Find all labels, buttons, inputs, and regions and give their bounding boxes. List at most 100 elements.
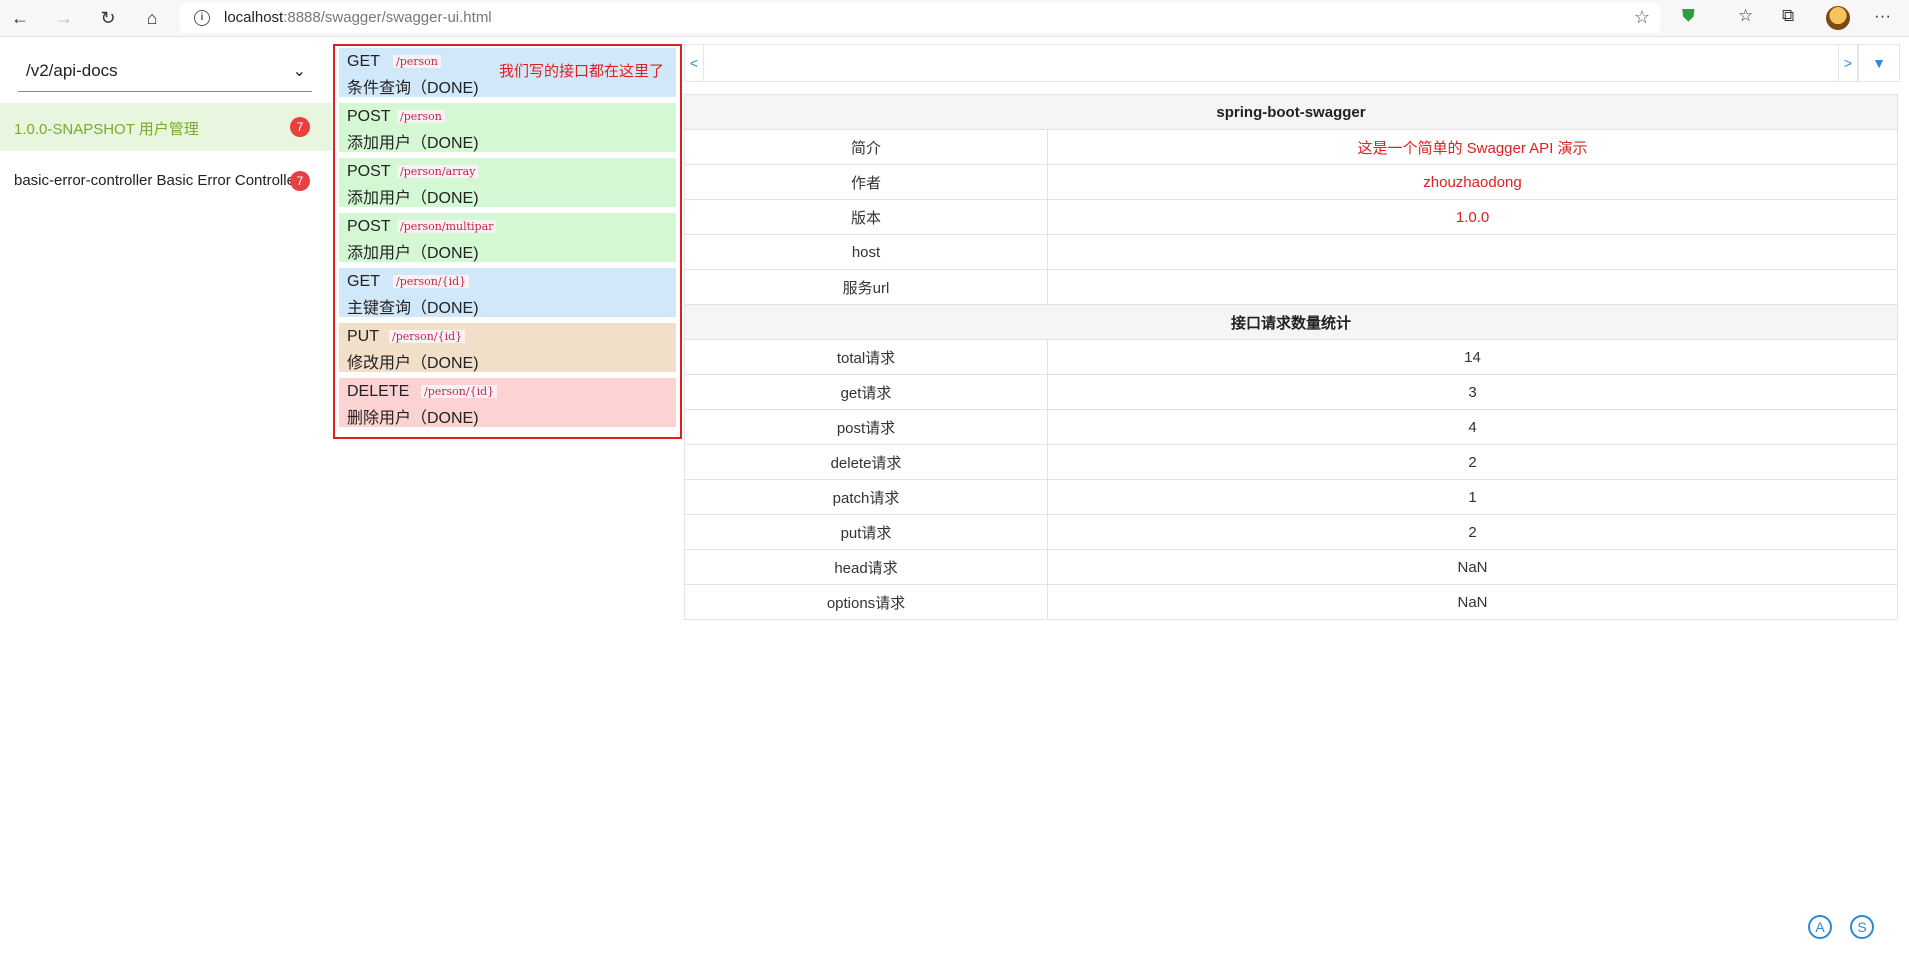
- endpoint-summary: 修改用户（DONE): [347, 355, 479, 372]
- table-value-cell: 3: [1047, 374, 1898, 410]
- table-row: 版本 1.0.0: [684, 199, 1898, 235]
- table-row: host: [684, 234, 1898, 270]
- sidebar-group-label: 1.0.0-SNAPSHOT 用户管理: [14, 121, 199, 138]
- endpoint-summary: 添加用户（DONE): [347, 135, 479, 152]
- tab-scroll-left-button[interactable]: <: [684, 44, 704, 82]
- table-key-cell: 服务url: [684, 269, 1048, 305]
- endpoint-summary: 删除用户（DONE): [347, 410, 479, 427]
- table-value-cell: 2: [1047, 514, 1898, 550]
- table-row: 简介 这是一个简单的 Swagger API 演示: [684, 129, 1898, 165]
- endpoint-method: POST: [347, 108, 391, 125]
- browser-toolbar: ← → ↻ ⌂ i localhost:8888/swagger/swagger…: [0, 0, 1909, 37]
- avatar[interactable]: [1826, 6, 1850, 30]
- table-key-cell: put请求: [684, 514, 1048, 550]
- annotation-note: 我们写的接口都在这里了: [499, 63, 665, 80]
- info-title: spring-boot-swagger: [684, 94, 1898, 130]
- table-row: put请求 2: [684, 514, 1898, 550]
- endpoint-path: /person/{id}: [421, 385, 498, 398]
- forward-arrow-icon[interactable]: →: [50, 4, 78, 32]
- table-value-cell: 4: [1047, 409, 1898, 445]
- chevron-down-icon: ⌄: [292, 63, 306, 80]
- table-row: 服务url: [684, 269, 1898, 305]
- favorites-icon[interactable]: ☆: [1738, 6, 1753, 26]
- table-key-cell: post请求: [684, 409, 1048, 445]
- endpoint-method: DELETE: [347, 383, 410, 400]
- collections-icon[interactable]: ⧉: [1782, 6, 1794, 26]
- table-row: delete请求 2: [684, 444, 1898, 480]
- url-text[interactable]: localhost:8888/swagger/swagger-ui.html: [224, 9, 492, 26]
- tab-bar: [702, 44, 1838, 82]
- table-row: options请求 NaN: [684, 584, 1898, 620]
- endpoint-summary: 添加用户（DONE): [347, 190, 479, 207]
- endpoint-path: /person: [393, 55, 441, 68]
- home-icon[interactable]: ⌂: [138, 4, 166, 32]
- table-value-cell: [1047, 234, 1898, 270]
- endpoint-summary: 条件查询（DONE): [347, 80, 479, 97]
- table-value-cell: 这是一个简单的 Swagger API 演示: [1047, 129, 1898, 165]
- endpoint-summary: 主键查询（DONE): [347, 300, 479, 317]
- endpoint-method: PUT: [347, 328, 379, 345]
- table-key-cell: host: [684, 234, 1048, 270]
- table-value-cell: NaN: [1047, 584, 1898, 620]
- endpoint-method: POST: [347, 163, 391, 180]
- table-value-cell: 14: [1047, 339, 1898, 375]
- table-key-cell: 简介: [684, 129, 1048, 165]
- sidebar: /v2/api-docs ⌄ 1.0.0-SNAPSHOT 用户管理 7 bas…: [0, 37, 332, 959]
- count-badge: 7: [290, 117, 310, 137]
- table-value-cell: zhouzhaodong: [1047, 164, 1898, 200]
- table-key-cell: 版本: [684, 199, 1048, 235]
- table-row: patch请求 1: [684, 479, 1898, 515]
- endpoint-item[interactable]: GET/person/{id} 主键查询（DONE): [339, 268, 676, 317]
- table-row: post请求 4: [684, 409, 1898, 445]
- api-docs-select[interactable]: /v2/api-docs ⌄: [18, 53, 312, 92]
- table-key-cell: 作者: [684, 164, 1048, 200]
- sidebar-group-basic-error-controller[interactable]: basic-error-controller Basic Error Contr…: [0, 157, 332, 205]
- endpoint-summary: 添加用户（DONE): [347, 245, 479, 262]
- table-value-cell: 2: [1047, 444, 1898, 480]
- endpoint-item[interactable]: POST/person/array 添加用户（DONE): [339, 158, 676, 207]
- endpoint-method: GET: [347, 53, 380, 70]
- table-value-cell: NaN: [1047, 549, 1898, 585]
- tab-menu-button[interactable]: ▼: [1858, 44, 1900, 82]
- endpoint-list: GET/person 条件查询（DONE) 我们写的接口都在这里了 POST/pers…: [333, 44, 682, 439]
- endpoint-path: /person/{id}: [393, 275, 470, 288]
- table-key-cell: delete请求: [684, 444, 1048, 480]
- table-row: 作者 zhouzhaodong: [684, 164, 1898, 200]
- sidebar-group-user-management[interactable]: 1.0.0-SNAPSHOT 用户管理 7: [0, 103, 332, 151]
- endpoint-path: /person/multipar: [397, 220, 497, 233]
- endpoint-path: /person: [397, 110, 445, 123]
- endpoint-item[interactable]: PUT/person/{id} 修改用户（DONE): [339, 323, 676, 372]
- endpoint-method: GET: [347, 273, 380, 290]
- table-row: head请求 NaN: [684, 549, 1898, 585]
- endpoint-item[interactable]: POST/person/multipar 添加用户（DONE): [339, 213, 676, 262]
- tab-scroll-right-button[interactable]: >: [1838, 44, 1858, 82]
- table-value-cell: 1: [1047, 479, 1898, 515]
- api-docs-select-value: /v2/api-docs: [26, 61, 118, 80]
- shield-icon[interactable]: ⛊: [1682, 6, 1695, 26]
- table-key-cell: patch请求: [684, 479, 1048, 515]
- refresh-icon[interactable]: ↻: [94, 4, 122, 32]
- table-key-cell: get请求: [684, 374, 1048, 410]
- endpoint-method: POST: [347, 218, 391, 235]
- url-host: localhost: [224, 9, 284, 26]
- endpoint-path: /person/{id}: [389, 330, 466, 343]
- back-arrow-icon[interactable]: ←: [6, 4, 34, 32]
- table-key-cell: total请求: [684, 339, 1048, 375]
- info-icon[interactable]: i: [194, 10, 210, 26]
- stats-title: 接口请求数量统计: [684, 304, 1898, 340]
- table-value-cell: 1.0.0: [1047, 199, 1898, 235]
- endpoint-item[interactable]: GET/person 条件查询（DONE) 我们写的接口都在这里了: [339, 48, 676, 97]
- table-key-cell: head请求: [684, 549, 1048, 585]
- endpoint-item[interactable]: POST/person 添加用户（DONE): [339, 103, 676, 152]
- api-info-table: spring-boot-swagger 简介 这是一个简单的 Swagger API…: [684, 94, 1898, 620]
- endpoint-item[interactable]: DELETE/person/{id} 删除用户（DONE): [339, 378, 676, 427]
- more-icon[interactable]: ···: [1874, 6, 1891, 26]
- table-row: total请求 14: [684, 339, 1898, 375]
- font-toggle-s-button[interactable]: S: [1850, 915, 1874, 939]
- address-bar[interactable]: i localhost:8888/swagger/swagger-ui.html…: [180, 3, 1660, 33]
- font-toggle-a-button[interactable]: A: [1808, 915, 1832, 939]
- table-key-cell: options请求: [684, 584, 1048, 620]
- star-icon[interactable]: ☆: [1634, 7, 1650, 28]
- table-value-cell: [1047, 269, 1898, 305]
- sidebar-group-label: basic-error-controller Basic Error Contr…: [14, 172, 300, 189]
